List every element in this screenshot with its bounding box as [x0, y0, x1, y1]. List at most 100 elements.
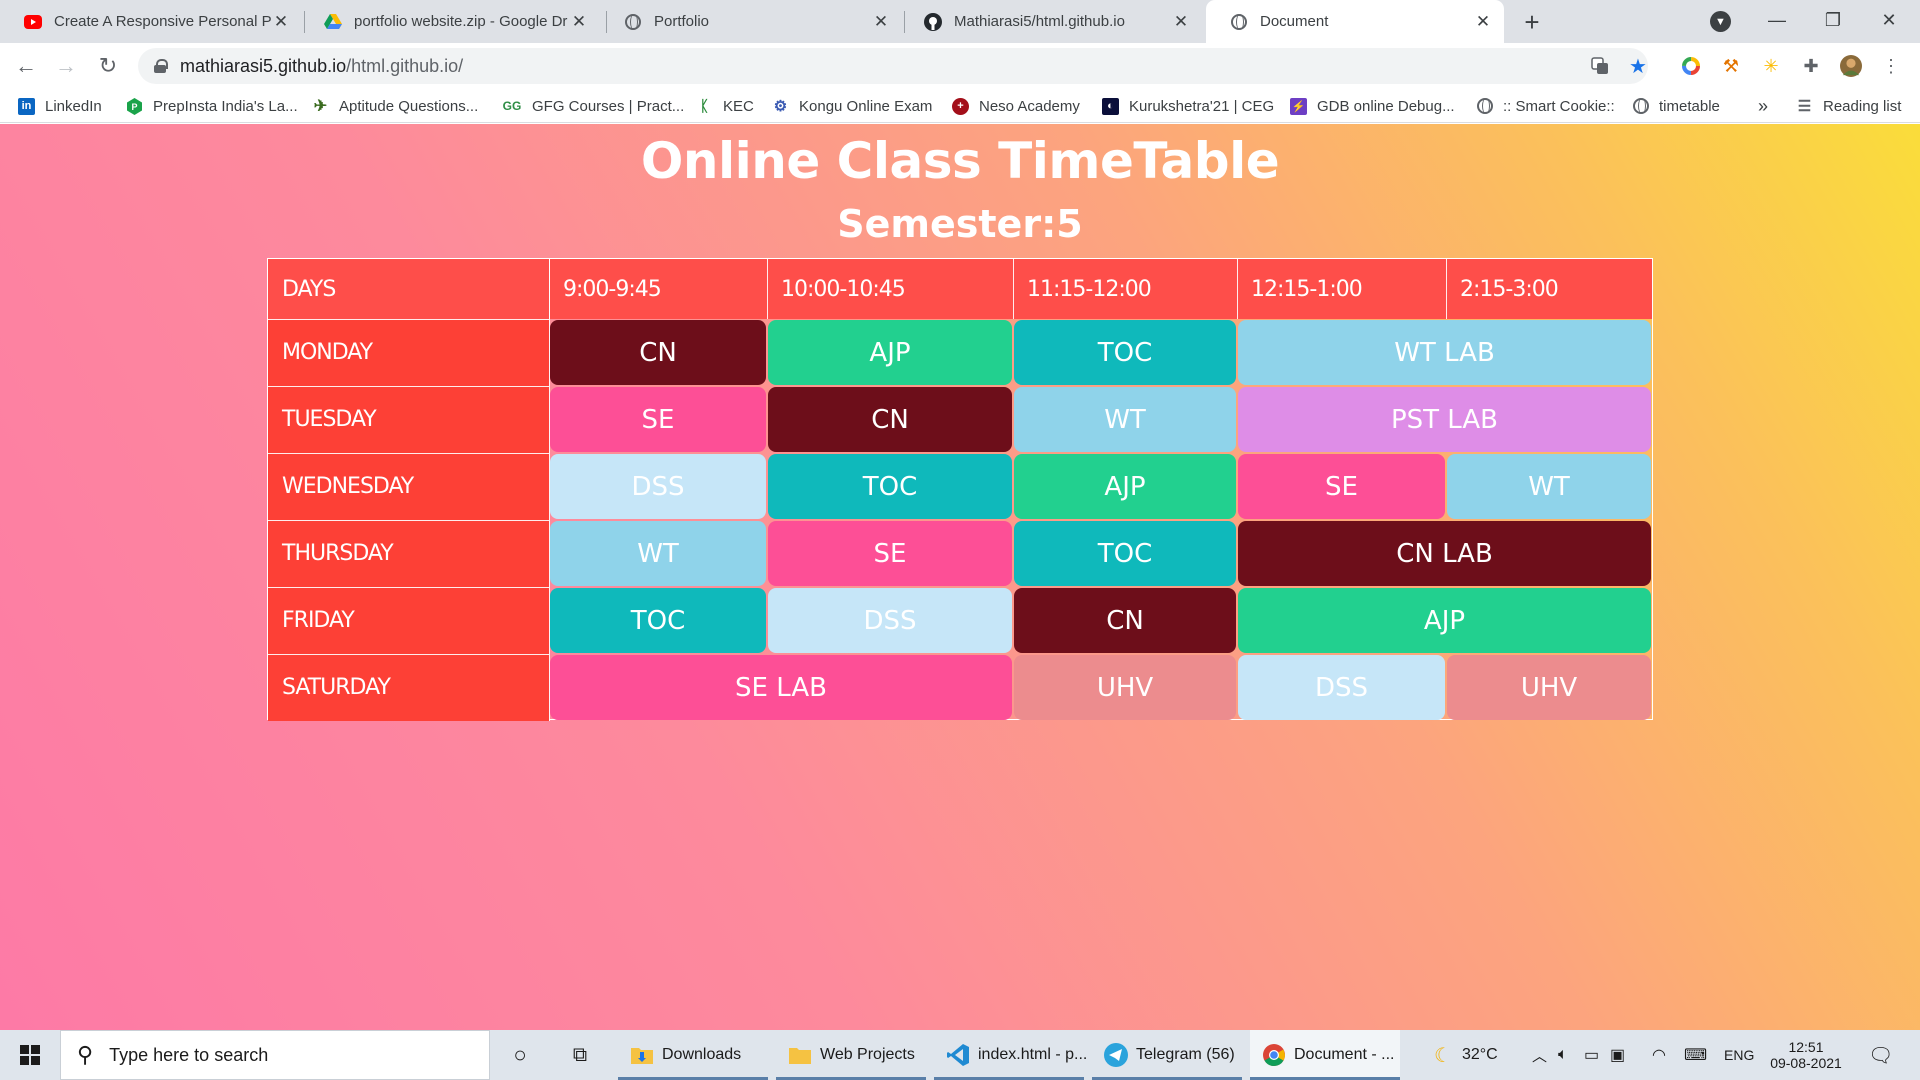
close-tab-icon[interactable]: ✕ [570, 12, 588, 32]
timetable: DAYS 9:00-9:45 10:00-10:45 11:15-12:00 12:15… [267, 258, 1653, 721]
bookmark-kongu[interactable]: ⚙ Kongu Online Exam [772, 89, 933, 123]
close-tab-icon[interactable]: ✕ [872, 12, 890, 32]
close-tab-icon[interactable]: ✕ [1474, 12, 1492, 32]
bookmark-smart-cookie[interactable]: :: Smart Cookie:: [1476, 89, 1615, 123]
task-view-icon[interactable]: ⧉ [560, 1030, 600, 1080]
taskbar-app-telegram[interactable]: Telegram (56) [1092, 1030, 1242, 1080]
telegram-icon [1104, 1043, 1128, 1067]
kurukshetra-icon: ◐ [1102, 97, 1119, 115]
url-path: /html.github.io/ [346, 55, 464, 76]
class-cell: CN LAB [1238, 521, 1651, 586]
bookmark-kec[interactable]: ᛕ KEC [696, 89, 754, 123]
bookmark-aptitude[interactable]: ✈ Aptitude Questions... [312, 89, 478, 123]
bookmark-label: Kongu Online Exam [799, 97, 933, 115]
bookmark-timetable[interactable]: timetable [1632, 89, 1720, 123]
extensions-puzzle-icon[interactable]: ✚ [1800, 55, 1822, 77]
header-time-slot: 2:15-3:00 [1446, 259, 1652, 319]
wifi-icon[interactable]: ◠ [1652, 1030, 1666, 1080]
volume-icon[interactable]: 🔈︎ [1558, 1030, 1568, 1080]
tab-portfolio[interactable]: Portfolio ✕ [600, 0, 902, 43]
extension-ring-icon[interactable] [1680, 55, 1702, 77]
day-label: SATURDAY [268, 654, 549, 721]
reload-icon[interactable]: ↻ [92, 50, 124, 82]
header-time-slot: 9:00-9:45 [549, 259, 767, 319]
close-tab-icon[interactable]: ✕ [1172, 12, 1190, 32]
taskbar-search[interactable]: ⚲ Type here to search [60, 1030, 490, 1080]
tab-document[interactable]: Document ✕ [1206, 0, 1504, 43]
moon-icon: ☾ [1434, 1044, 1452, 1067]
globe-icon [1230, 13, 1248, 31]
clock[interactable]: 12:51 09-08-2021 [1770, 1030, 1842, 1080]
clock-time: 12:51 [1788, 1039, 1824, 1055]
tab-google-drive[interactable]: portfolio website.zip - Google Dr ✕ [300, 0, 600, 43]
tab-github[interactable]: Mathiarasi5/html.github.io ✕ [900, 0, 1202, 43]
meet-now-icon[interactable]: ▣ [1610, 1030, 1625, 1080]
class-cell: CN [1014, 588, 1236, 653]
bookmarks-overflow-button[interactable]: » [1758, 89, 1768, 123]
prepinsta-icon: P [126, 97, 143, 115]
header-time-slot: 12:15-1:00 [1237, 259, 1446, 319]
class-cell: UHV [1447, 655, 1651, 720]
menu-dots-icon[interactable]: ⋮ [1880, 55, 1902, 77]
bookmark-kurukshetra[interactable]: ◐ Kurukshetra'21 | CEG [1102, 89, 1274, 123]
close-window-icon[interactable]: ✕ [1866, 0, 1912, 40]
lock-icon[interactable] [154, 59, 168, 73]
globe-icon [1476, 98, 1493, 115]
aptitude-icon: ✈ [313, 98, 328, 115]
taskbar-app-chrome[interactable]: Document - ... [1250, 1030, 1400, 1080]
translate-icon[interactable] [1590, 56, 1610, 76]
extension-sparkle-icon[interactable]: ✳ [1760, 55, 1782, 77]
back-arrow-icon[interactable]: ← [10, 50, 42, 82]
bookmark-prepinsta[interactable]: P PrepInsta India's La... [126, 89, 298, 123]
folder-icon [630, 1043, 654, 1067]
taskbar-app-vscode[interactable]: index.html - p... [934, 1030, 1087, 1080]
windows-logo-icon [20, 1045, 40, 1065]
bookmark-gdb[interactable]: ⚡ GDB online Debug... [1290, 89, 1455, 123]
class-cell: UHV [1014, 655, 1236, 720]
minimize-icon[interactable]: — [1754, 0, 1800, 40]
battery-icon[interactable]: ▭ [1584, 1030, 1599, 1080]
youtube-icon [24, 13, 42, 31]
forward-arrow-icon[interactable]: → [50, 50, 82, 82]
bookmark-star-icon[interactable]: ★ [1628, 56, 1648, 78]
notifications-icon[interactable]: 🗨︎ [1868, 1030, 1893, 1080]
extension-tool-icon[interactable]: ⚒ [1720, 55, 1742, 77]
bookmark-linkedin[interactable]: in LinkedIn [18, 89, 102, 123]
search-placeholder: Type here to search [109, 1044, 269, 1065]
page-title: Online Class TimeTable [640, 132, 1280, 190]
globe-icon [1632, 98, 1649, 115]
profile-avatar[interactable] [1840, 55, 1862, 77]
app-label: Downloads [662, 1046, 742, 1063]
cortana-icon[interactable]: ○ [500, 1030, 540, 1080]
reading-list-button[interactable]: ☰ Reading list [1796, 89, 1902, 123]
taskbar-app-web-projects[interactable]: Web Projects [776, 1030, 926, 1080]
tab-search-icon[interactable]: ▼ [1710, 11, 1731, 32]
bookmark-neso[interactable]: + Neso Academy [952, 89, 1080, 123]
vscode-icon [946, 1043, 970, 1067]
windows-taskbar: ⚲ Type here to search ○ ⧉ Downloads Web … [0, 1030, 1920, 1080]
app-label: Telegram (56) [1136, 1046, 1235, 1063]
url-text: mathiarasi5.github.io/html.github.io/ [180, 56, 463, 77]
grid-line [268, 386, 549, 387]
class-cell: DSS [1238, 655, 1445, 720]
bookmark-label: GFG Courses | Pract... [532, 97, 685, 115]
language-indicator[interactable]: ENG [1724, 1030, 1754, 1080]
bookmark-label: KEC [723, 97, 754, 115]
keyboard-icon[interactable]: ⌨ [1684, 1030, 1707, 1080]
close-tab-icon[interactable]: ✕ [272, 12, 290, 32]
class-cell: WT [1014, 387, 1236, 452]
bookmark-label: Aptitude Questions... [339, 97, 479, 115]
taskbar-app-downloads[interactable]: Downloads [618, 1030, 768, 1080]
new-tab-button[interactable]: + [1516, 6, 1548, 38]
address-bar[interactable]: mathiarasi5.github.io/html.github.io/ ★ [138, 48, 1648, 84]
start-button[interactable] [0, 1030, 60, 1080]
semester-heading: Semester:5 [837, 202, 1083, 246]
show-hidden-icons[interactable]: ︿ [1532, 1030, 1547, 1080]
page-content: Online Class TimeTable Semester:5 DAYS 9:… [0, 124, 1920, 1030]
day-label: MONDAY [268, 319, 549, 386]
weather-widget[interactable]: ☾ 32°C [1434, 1030, 1498, 1080]
restore-icon[interactable]: ❐ [1810, 0, 1856, 40]
tab-youtube[interactable]: Create A Responsive Personal PC ✕ [0, 0, 302, 43]
bookmark-gfg[interactable]: GG GFG Courses | Pract... [502, 89, 685, 123]
tab-title: Document [1260, 13, 1329, 30]
